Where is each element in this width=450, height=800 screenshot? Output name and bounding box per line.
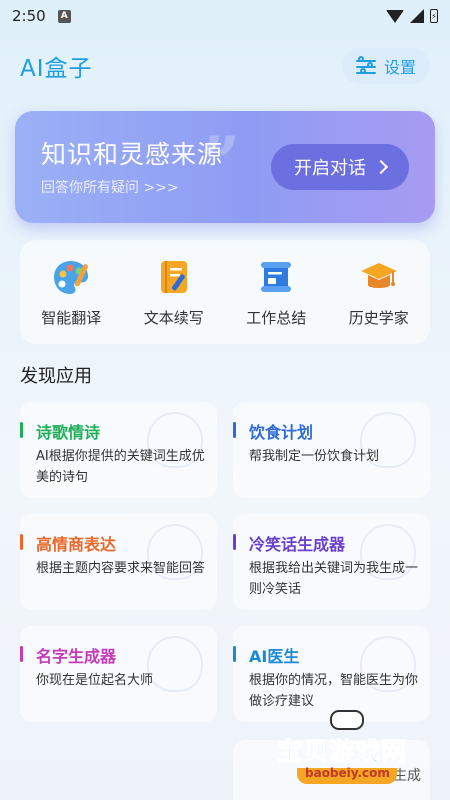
app-card-joke-generator[interactable]: 冷笑话生成器 根据我给出关键词为我生成一则冷笑话 (233, 514, 430, 610)
card-title: 冷笑话生成器 (249, 535, 346, 554)
status-icons: ⚡ (386, 9, 438, 23)
settings-button[interactable]: 设置 (341, 48, 430, 84)
watermark-url: baobeiy.com (305, 766, 390, 780)
tool-label: 工作总结 (246, 308, 307, 327)
card-desc: 根据主题内容要求来智能回答 (36, 561, 206, 576)
start-chat-button[interactable]: 开启对话 (271, 144, 409, 190)
palette-icon (54, 260, 89, 294)
notification-icon: A (57, 9, 71, 23)
card-desc: AI根据你提供的关键词生成优美的诗句 (36, 449, 205, 485)
gamepad-icon (330, 710, 364, 730)
card-desc: 你现在是位起名大师 (36, 673, 154, 688)
card-accent (20, 646, 23, 662)
app-card-eq-expression[interactable]: 高情商表达 根据主题内容要求来智能回答 (20, 514, 217, 610)
notebook-pencil-icon (160, 260, 187, 293)
card-accent (20, 422, 23, 438)
watermark-text: 宝贝游戏网 (276, 737, 408, 767)
card-accent (20, 534, 23, 550)
wifi-icon (386, 9, 404, 23)
tool-continue-writing[interactable]: 文本续写 (129, 257, 219, 328)
tool-historian[interactable]: 历史学家 (334, 257, 424, 328)
start-chat-label: 开启对话 (294, 158, 366, 179)
card-accent (233, 646, 236, 662)
app-card-poetry[interactable]: 诗歌情诗 AI根据你提供的关键词生成优美的诗句 (20, 402, 217, 498)
card-title: 诗歌情诗 (36, 423, 101, 442)
card-desc: 帮我制定一份饮食计划 (249, 449, 380, 464)
card-accent (233, 422, 236, 438)
graduation-cap-icon (360, 262, 397, 288)
header: AI盒子 设置 (0, 44, 450, 88)
tool-label: 文本续写 (143, 308, 204, 327)
app-card-diet-plan[interactable]: 饮食计划 帮我制定一份饮食计划 (233, 402, 430, 498)
tool-translate[interactable]: 智能翻译 (26, 257, 116, 328)
signal-icon (410, 9, 424, 23)
card-title: AI医生 (249, 647, 300, 666)
status-bar: 2:50 A ⚡ (0, 0, 450, 32)
card-title: 高情商表达 (36, 535, 117, 554)
status-time: 2:50 (12, 7, 46, 25)
card-accent (233, 534, 236, 550)
sliders-icon (355, 56, 376, 75)
card-title: 饮食计划 (249, 423, 314, 442)
hero-banner: ” 知识和灵感来源 回答你所有疑问 >>> 开启对话 (15, 111, 435, 223)
card-title: 名字生成器 (36, 647, 117, 666)
chevron-right-icon (373, 159, 389, 175)
app-title: AI盒子 (20, 56, 93, 82)
tools-panel: 智能翻译 文本续写 工作总结 历史学家 (20, 240, 430, 344)
watermark-logo: 宝贝游戏网 baobeiy.com (275, 706, 425, 796)
tool-label: 智能翻译 (41, 308, 102, 327)
app-card-name-generator[interactable]: 名字生成器 你现在是位起名大师 (20, 626, 217, 722)
battery-icon: ⚡ (430, 9, 438, 23)
document-scroll-icon (261, 261, 292, 292)
tool-label: 历史学家 (348, 308, 409, 327)
tool-work-summary[interactable]: 工作总结 (231, 257, 321, 328)
section-title: 发现应用 (20, 366, 92, 387)
banner-title: 知识和灵感来源 (41, 140, 224, 169)
card-desc: 根据我给出关键词为我生成一则冷笑话 (249, 561, 419, 597)
banner-subtitle: 回答你所有疑问 >>> (41, 180, 179, 196)
settings-label: 设置 (383, 58, 416, 77)
